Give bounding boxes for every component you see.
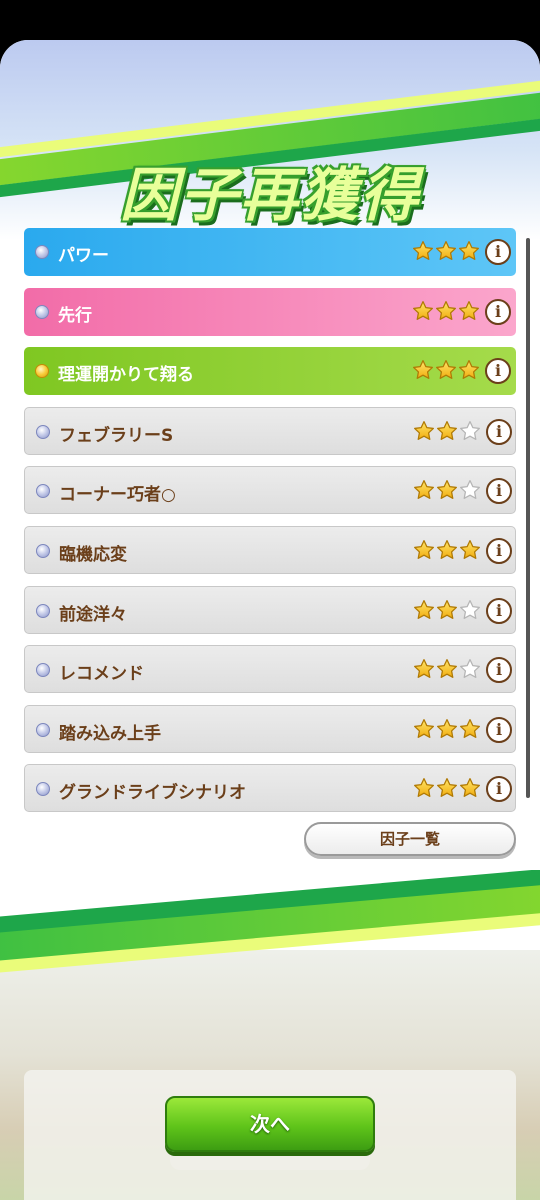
info-icon[interactable]: i xyxy=(486,478,512,504)
factor-name: 先行 xyxy=(58,306,92,326)
star-filled-icon xyxy=(413,658,435,684)
factor-star-rating xyxy=(412,359,480,385)
star-filled-icon xyxy=(413,420,435,446)
star-filled-icon xyxy=(413,479,435,505)
star-filled-icon xyxy=(436,599,458,625)
star-filled-icon xyxy=(413,599,435,625)
star-filled-icon xyxy=(412,300,434,326)
star-filled-icon xyxy=(435,359,457,385)
factor-star-rating xyxy=(412,300,480,326)
star-filled-icon xyxy=(459,539,481,565)
star-filled-icon xyxy=(458,240,480,266)
factor-name: 理運開かりて翔る xyxy=(58,365,194,385)
star-filled-icon xyxy=(436,777,458,803)
factor-star-rating xyxy=(413,479,481,505)
factor-type-dot-icon xyxy=(36,544,50,558)
factor-type-dot-icon xyxy=(36,604,50,618)
factor-name: 踏み込み上手 xyxy=(59,724,161,744)
factor-row[interactable]: コーナー巧者○ i xyxy=(24,466,516,514)
factor-star-rating xyxy=(412,240,480,266)
star-filled-icon xyxy=(459,777,481,803)
factor-star-rating xyxy=(413,718,481,744)
factor-row[interactable]: 踏み込み上手 i xyxy=(24,705,516,753)
blurred-background xyxy=(0,950,540,1200)
info-icon[interactable]: i xyxy=(486,657,512,683)
factor-type-dot-icon xyxy=(36,782,50,796)
star-filled-icon xyxy=(458,300,480,326)
star-filled-icon xyxy=(413,539,435,565)
info-icon[interactable]: i xyxy=(485,299,511,325)
factor-row[interactable]: 理運開かりて翔る i xyxy=(24,347,516,395)
factor-type-dot-icon xyxy=(36,663,50,677)
factor-name: 臨機応変 xyxy=(59,545,127,565)
factor-star-rating xyxy=(413,599,481,625)
star-filled-icon xyxy=(436,479,458,505)
factor-reacquire-dialog: 因子再獲得 パワー i 先行 i 理運開かりて翔る i フェブラリーS i コーナー巧者○ i 臨機… xyxy=(0,40,540,1200)
factor-row[interactable]: レコメンド i xyxy=(24,645,516,693)
factor-star-rating xyxy=(413,777,481,803)
star-empty-icon xyxy=(459,479,481,505)
info-icon[interactable]: i xyxy=(486,776,512,802)
star-filled-icon xyxy=(458,359,480,385)
factor-star-rating xyxy=(413,539,481,565)
info-icon[interactable]: i xyxy=(486,598,512,624)
factor-name: フェブラリーS xyxy=(59,426,174,446)
factor-star-rating xyxy=(413,658,481,684)
info-icon[interactable]: i xyxy=(486,419,512,445)
info-icon[interactable]: i xyxy=(486,538,512,564)
factor-name: グランドライブシナリオ xyxy=(59,783,246,803)
status-bar xyxy=(0,0,540,40)
star-filled-icon xyxy=(436,658,458,684)
star-filled-icon xyxy=(436,539,458,565)
factor-name: レコメンド xyxy=(59,664,144,684)
info-icon[interactable]: i xyxy=(485,239,511,265)
star-filled-icon xyxy=(413,718,435,744)
star-filled-icon xyxy=(435,300,457,326)
factor-row[interactable]: パワー i xyxy=(24,228,516,276)
star-filled-icon xyxy=(436,718,458,744)
info-icon[interactable]: i xyxy=(486,717,512,743)
page-title: 因子再獲得 xyxy=(119,161,420,229)
factor-name: コーナー巧者○ xyxy=(59,485,176,505)
factor-list-button[interactable]: 因子一覧 xyxy=(304,822,516,856)
star-empty-icon xyxy=(459,599,481,625)
star-filled-icon xyxy=(436,420,458,446)
info-icon[interactable]: i xyxy=(485,358,511,384)
star-filled-icon xyxy=(435,240,457,266)
star-empty-icon xyxy=(459,420,481,446)
factor-row[interactable]: フェブラリーS i xyxy=(24,407,516,455)
star-filled-icon xyxy=(413,777,435,803)
star-filled-icon xyxy=(412,359,434,385)
scrollbar[interactable] xyxy=(526,238,530,798)
factor-type-dot-icon xyxy=(36,723,50,737)
factor-name: 前途洋々 xyxy=(59,605,127,625)
factor-type-dot-icon xyxy=(35,245,49,259)
factor-row[interactable]: 臨機応変 i xyxy=(24,526,516,574)
factor-row[interactable]: 先行 i xyxy=(24,288,516,336)
star-filled-icon xyxy=(459,718,481,744)
factor-type-dot-icon xyxy=(35,305,49,319)
factor-type-dot-icon xyxy=(36,484,50,498)
factor-name: パワー xyxy=(58,246,109,266)
star-empty-icon xyxy=(459,658,481,684)
factor-star-rating xyxy=(413,420,481,446)
next-button[interactable]: 次へ xyxy=(165,1096,375,1152)
factor-list[interactable]: パワー i 先行 i 理運開かりて翔る i フェブラリーS i コーナー巧者○ i 臨機応変 i 前途洋… xyxy=(24,228,516,812)
factor-type-dot-icon xyxy=(36,425,50,439)
star-filled-icon xyxy=(412,240,434,266)
factor-type-dot-icon xyxy=(35,364,49,378)
factor-row[interactable]: 前途洋々 i xyxy=(24,586,516,634)
factor-row[interactable]: グランドライブシナリオ i xyxy=(24,764,516,812)
